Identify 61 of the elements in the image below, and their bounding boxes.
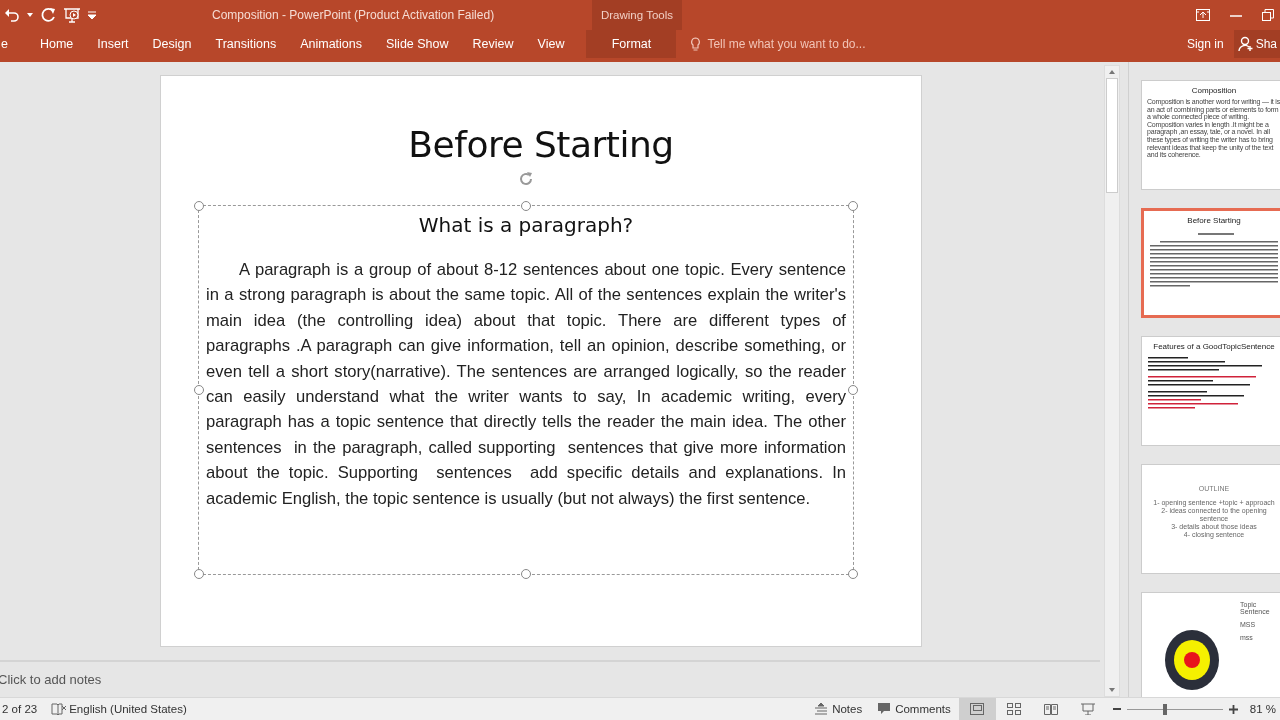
undo-icon[interactable] [4,7,20,23]
resize-handle[interactable] [521,569,531,579]
sign-in-button[interactable]: Sign in [1176,30,1234,58]
body-paragraph: A paragraph is a group of about 8-12 sentences about one topic. Every sentence in a strong paragraph is about the same topic. All of the sentences explain the writer's main idea (the controlling idea) about that topic. There are different types of paragraphs .A paragraph can give information, tell an opinion, describe something, or even tell a short story(narrative). The sentences are arranged logically, so the reader can easily understand what the writer wants to say, In academic writing, every paragraph has a topic sentence that directly tells the reader the main idea. The other sentences in the paragraph, called supporting sentences that give more information about the topic. Supporting sentences add specific details and explanations. In academic English, the topic sentence is usually (but not always) the first sentence. [206,259,846,510]
ribbon-tab[interactable]: Review [460,30,526,58]
ribbon-tab[interactable]: Format [586,30,677,58]
ribbon-display-icon[interactable] [1196,9,1210,21]
share-button[interactable]: Sha [1233,30,1280,58]
slide-thumbnail[interactable] [1141,80,1280,190]
rotate-handle-icon[interactable] [517,170,535,188]
language-indicator[interactable]: English (United States) [67,703,201,715]
window-title: Composition - PowerPoint (Product Activation Failed) [212,8,496,22]
plus-icon [1228,704,1238,714]
lightbulb-icon [690,36,702,52]
slide-thumbnail[interactable]: Before Starting [1141,208,1280,318]
scrollbar[interactable] [1104,65,1120,697]
ribbon-tab[interactable]: e [0,30,28,58]
resize-handle[interactable] [848,385,858,395]
person-add-icon [1237,36,1254,52]
ribbon-tab[interactable]: Slide Show [374,30,461,58]
target-icon [1164,629,1220,691]
normal-view-button[interactable] [958,698,996,720]
resize-handle[interactable] [194,385,204,395]
comment-icon [878,703,891,715]
zoom-level[interactable]: 81 % [1243,703,1280,715]
zoom-slider-thumb[interactable] [1163,703,1168,715]
scroll-thumb[interactable] [1106,78,1118,193]
ribbon-tab[interactable]: Home [27,30,86,58]
context-group-label: Drawing Tools [601,9,673,21]
ribbon-tab[interactable]: Insert [85,30,141,58]
ribbon-tab[interactable]: Design [140,30,204,58]
thumbnail-title: Features of a GoodTopicSentence [1152,342,1276,351]
thumbnail-title: Before Starting [1186,216,1242,225]
ribbon-tab[interactable]: Animations [288,30,374,58]
dropdown-caret-icon[interactable] [27,13,33,17]
reading-view-icon [1044,703,1059,715]
tell-me-field[interactable]: Tell me what you want to do... [690,30,866,58]
normal-view-icon [970,703,985,715]
slide-show-icon [1081,703,1096,715]
ribbon-tab[interactable]: Transitions [203,30,289,58]
spelling-check-icon[interactable] [51,702,68,716]
resize-handle[interactable] [848,201,858,211]
redo-icon[interactable] [40,7,56,23]
presentation-icon[interactable] [63,7,81,23]
notes-icon [815,703,828,715]
customize-caret-icon[interactable] [88,11,96,19]
slide-sorter-icon [1007,703,1022,715]
slide-thumbnail[interactable]: Features of a GoodTopicSentence [1141,336,1280,446]
resize-handle[interactable] [848,569,858,579]
comments-button[interactable]: Comments [870,698,959,720]
ribbon-tab[interactable]: View [525,30,577,58]
restore-icon[interactable] [1262,9,1274,21]
slide-counter: 2 of 23 [1,703,39,715]
resize-handle[interactable] [194,569,204,579]
resize-handle[interactable] [521,201,531,211]
thumbnail-title: Composition [1190,86,1238,95]
slide-title: Before Starting [408,126,674,164]
notes-button[interactable]: Notes [807,698,871,720]
minus-icon [1112,705,1121,713]
resize-handle[interactable] [194,201,204,211]
slide-subtitle: What is a paragraph? [417,213,635,237]
